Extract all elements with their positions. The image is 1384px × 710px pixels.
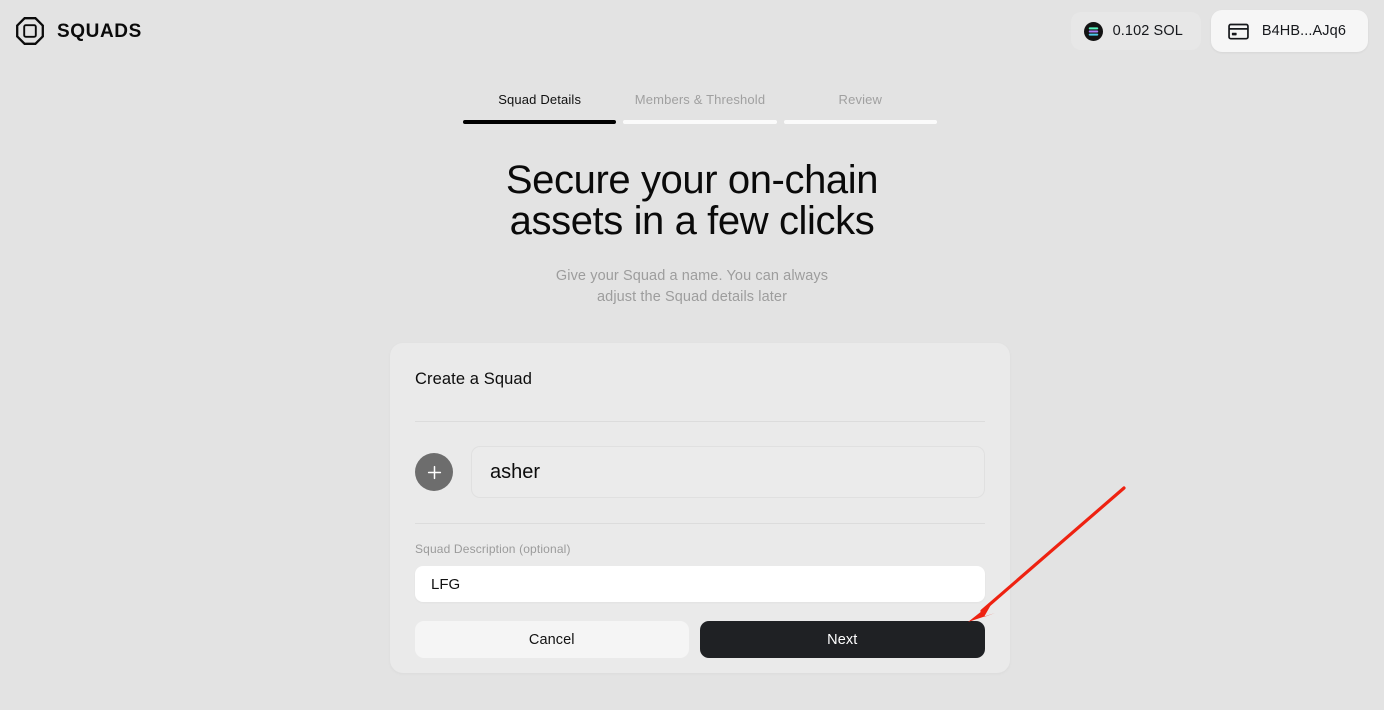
top-bar: SQUADS 0.102 SOL B4HB...AJq6 [0, 0, 1384, 62]
squad-name-input[interactable] [471, 446, 985, 498]
step-label: Review [838, 92, 883, 107]
step-label: Squad Details [498, 92, 582, 107]
step-squad-details[interactable]: Squad Details [463, 92, 617, 124]
page-title: Secure your on-chain assets in a few cli… [0, 160, 1384, 242]
top-bar-right: 0.102 SOL B4HB...AJq6 [1070, 10, 1368, 52]
squad-name-row [415, 446, 985, 498]
page-subtitle: Give your Squad a name. You can always a… [0, 266, 1384, 308]
squads-octagon-logo-icon [16, 17, 44, 45]
step-review[interactable]: Review [783, 92, 937, 124]
solana-coin-icon [1083, 21, 1103, 41]
page-subtitle-line-2: adjust the Squad details later [596, 289, 787, 305]
create-squad-card: Create a Squad Squad Description (option… [390, 343, 1010, 673]
step-members-threshold[interactable]: Members & Threshold [623, 92, 777, 124]
divider [415, 523, 985, 524]
card-actions: Cancel Next [415, 621, 985, 658]
cancel-button[interactable]: Cancel [415, 621, 689, 658]
wallet-address-label: B4HB...AJq6 [1261, 23, 1346, 39]
brand-name: SQUADS [57, 20, 142, 42]
squad-description-label: Squad Description (optional) [415, 542, 571, 556]
step-progress-bar [623, 120, 777, 124]
next-button[interactable]: Next [699, 621, 985, 658]
page-title-line-2: assets in a few clicks [509, 199, 875, 243]
brand[interactable]: SQUADS [14, 11, 142, 51]
add-squad-avatar-button[interactable] [415, 453, 453, 491]
stepper: Squad Details Members & Threshold Review [463, 92, 937, 124]
card-title: Create a Squad [415, 370, 532, 388]
divider [415, 421, 985, 422]
sol-balance-label: 0.102 SOL [1112, 23, 1183, 39]
squad-description-input[interactable] [415, 566, 985, 602]
plus-icon [427, 465, 442, 480]
hero-section: Secure your on-chain assets in a few cli… [0, 160, 1384, 308]
wallet-address-button[interactable]: B4HB...AJq6 [1210, 10, 1368, 52]
page-title-line-1: Secure your on-chain [505, 158, 879, 202]
sol-balance-pill[interactable]: 0.102 SOL [1070, 12, 1201, 50]
credit-card-icon [1228, 23, 1249, 40]
page-subtitle-line-1: Give your Squad a name. You can always [555, 268, 829, 284]
step-progress-bar [783, 120, 937, 124]
step-label: Members & Threshold [634, 92, 766, 107]
step-progress-bar [463, 120, 617, 124]
